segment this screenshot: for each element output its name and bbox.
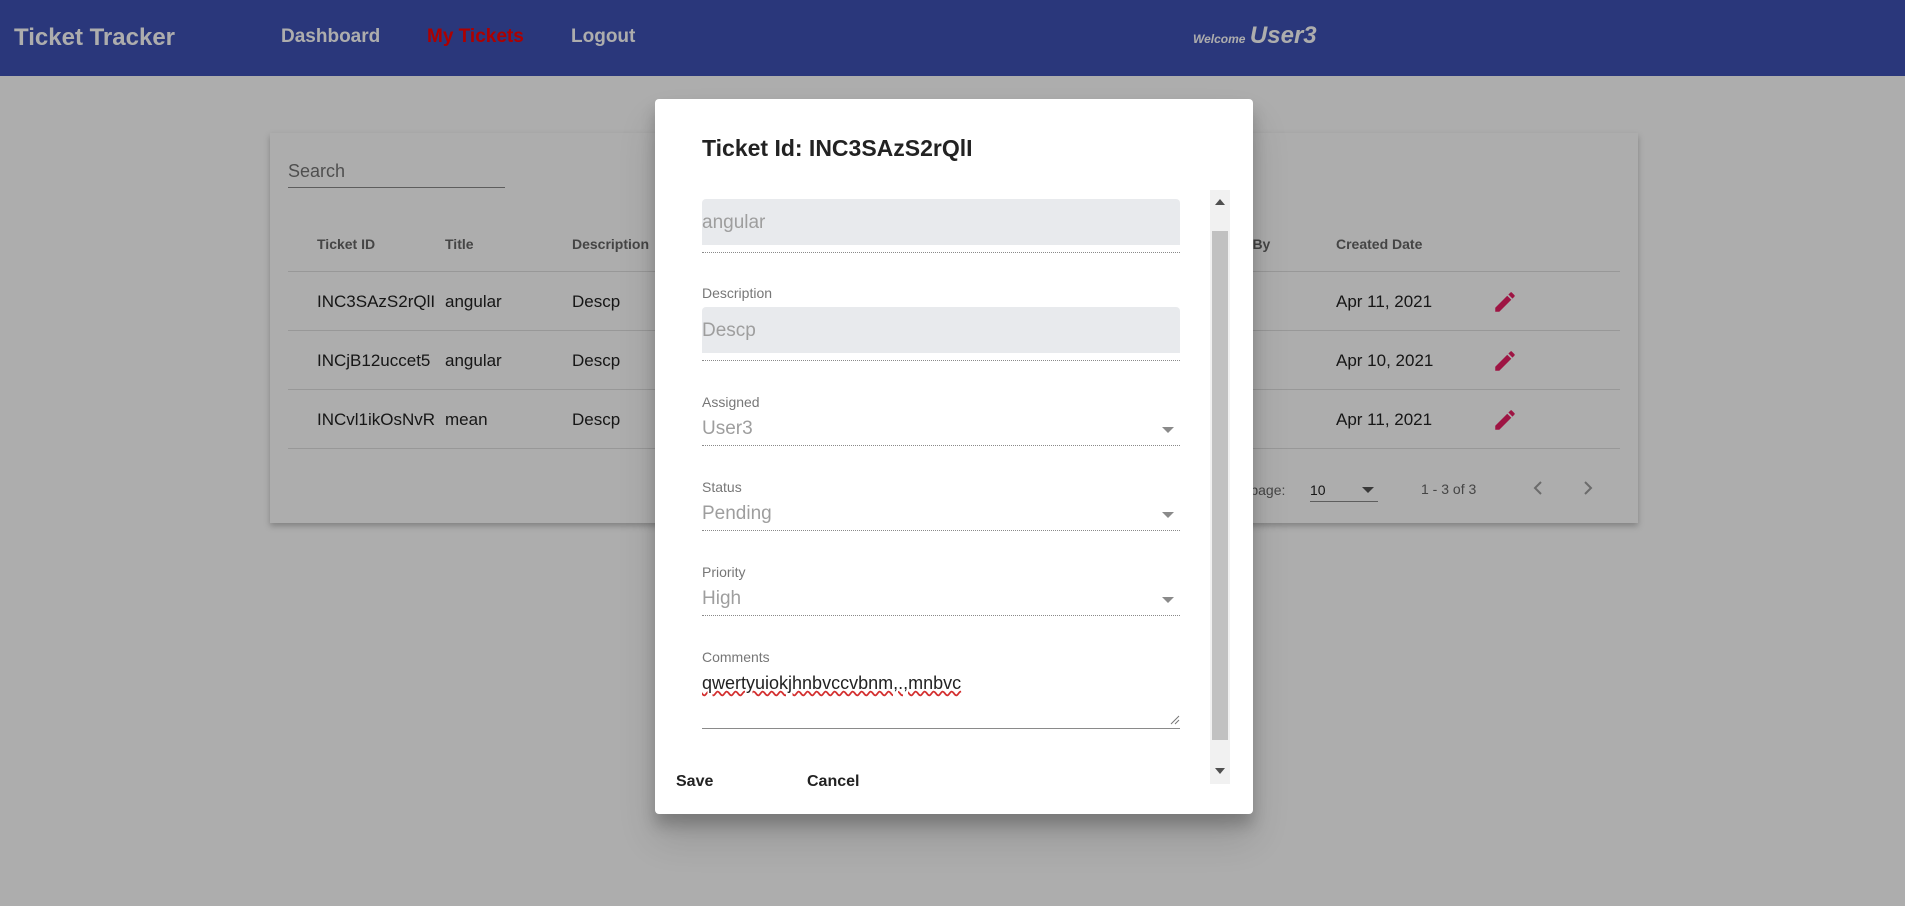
priority-select-value[interactable]: High [702,588,741,610]
priority-underline [702,615,1180,616]
dialog-title: Ticket Id: INC3SAzS2rQlI [702,135,973,161]
edit-ticket-dialog: Ticket Id: INC3SAzS2rQlI angular Descrip… [655,99,1253,814]
priority-label: Priority [702,564,746,580]
assigned-label: Assigned [702,394,760,410]
status-underline [702,530,1180,531]
description-field[interactable]: Descp [702,307,1180,353]
title-field-underline [702,252,1180,253]
cancel-button[interactable]: Cancel [807,773,859,791]
assigned-caret-down-icon[interactable] [1162,427,1174,433]
scroll-down-arrow-icon[interactable] [1215,768,1225,774]
assigned-underline [702,445,1180,446]
save-button[interactable]: Save [676,773,713,791]
comments-textarea[interactable]: qwertyuiokjhnbvccvbnm,.,mnbvc [702,673,1180,729]
description-field-underline [702,360,1180,361]
title-field-value: angular [702,212,766,233]
resize-grip-icon[interactable] [1168,713,1180,725]
scrollbar-thumb[interactable] [1212,231,1228,740]
status-select-value[interactable]: Pending [702,503,772,525]
priority-caret-down-icon[interactable] [1162,597,1174,603]
dialog-scrollbar[interactable] [1210,190,1230,784]
assigned-select-value[interactable]: User3 [702,418,753,440]
title-field[interactable]: angular [702,199,1180,245]
dialog-form: angular Description Descp Assigned User3… [702,190,1227,790]
status-caret-down-icon[interactable] [1162,512,1174,518]
description-label: Description [702,285,773,301]
comments-label: Comments [702,649,770,665]
description-field-value: Descp [702,320,756,341]
scroll-up-arrow-icon[interactable] [1215,199,1225,205]
status-label: Status [702,479,742,495]
